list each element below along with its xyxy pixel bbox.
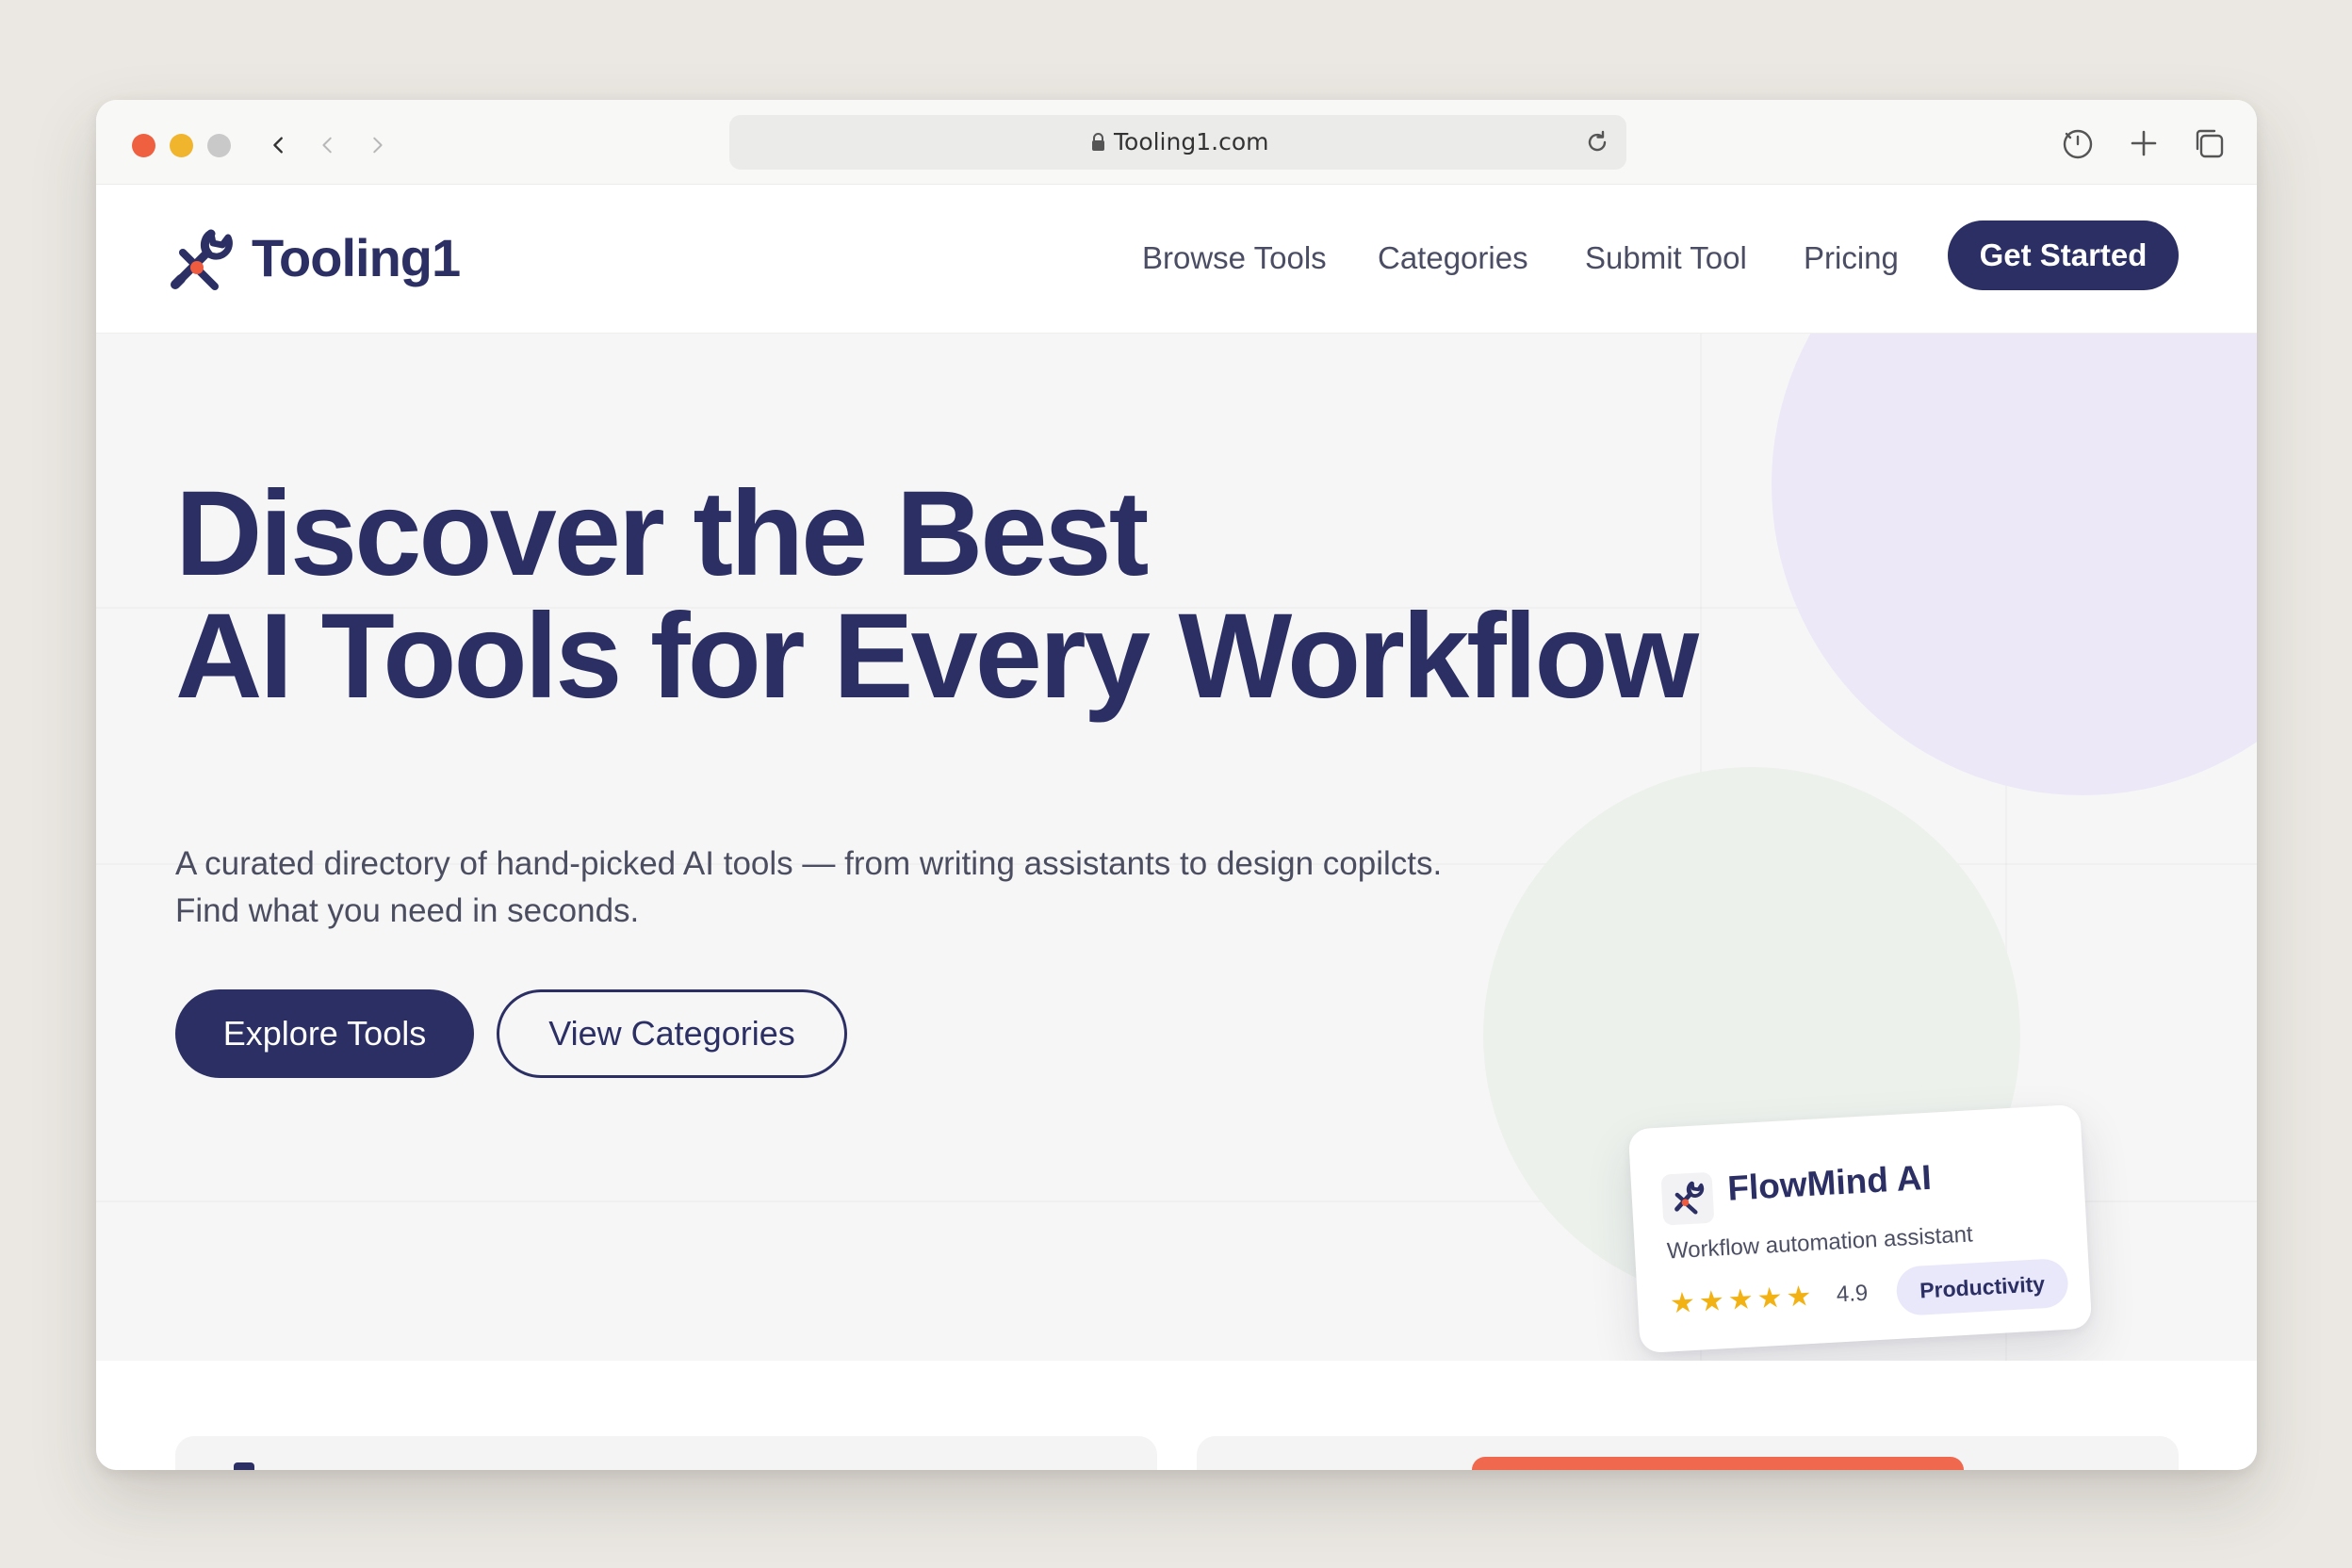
hero-title-line-2: AI Tools for Every Workflow: [175, 589, 1699, 724]
orange-banner: [1472, 1457, 1964, 1470]
reload-icon[interactable]: [1583, 128, 1611, 156]
zoom-window-button[interactable]: [207, 134, 231, 157]
wrench-logo-icon: [171, 229, 233, 290]
nav-browse-tools[interactable]: Browse Tools: [1142, 234, 1327, 283]
category-badge[interactable]: Productivity: [1895, 1257, 2069, 1316]
forward-icon[interactable]: [358, 124, 396, 166]
star-icon: ★: [1785, 1281, 1813, 1314]
content-panel-left: [175, 1436, 1157, 1470]
browser-toolbar: Tooling1.com: [96, 100, 2257, 185]
history-icon[interactable]: [2059, 124, 2097, 162]
partial-element: [234, 1462, 254, 1470]
tool-name: FlowMind AI: [1726, 1157, 1933, 1208]
url-text: Tooling1.com: [1114, 128, 1269, 155]
star-rating: ★ ★ ★ ★ ★: [1669, 1281, 1813, 1320]
tabs-icon[interactable]: [2190, 124, 2228, 162]
rating-value: 4.9: [1836, 1280, 1869, 1308]
tool-description: Workflow automation assistant: [1666, 1221, 1974, 1265]
tool-logo-icon: [1660, 1171, 1715, 1226]
hero-title-line-1: Discover the Best: [175, 466, 1149, 601]
browser-window: Tooling1.com Tooling1 Browse Tools Categ…: [96, 100, 2257, 1470]
plus-icon[interactable]: [2125, 124, 2163, 162]
star-icon: ★: [1698, 1285, 1725, 1318]
lock-icon: [1092, 133, 1104, 151]
star-icon: ★: [1669, 1286, 1696, 1320]
nav-pricing[interactable]: Pricing: [1804, 234, 1899, 283]
address-bar[interactable]: Tooling1.com: [729, 115, 1626, 170]
hero-subtitle-line-1: A curated directory of hand-picked AI to…: [175, 845, 1443, 882]
star-icon: ★: [1756, 1282, 1784, 1315]
hero-subtitle: A curated directory of hand-picked AI to…: [175, 841, 1683, 935]
hero-section: Discover the Best AI Tools for Every Wor…: [96, 334, 2257, 1361]
back-icon[interactable]: [260, 124, 298, 166]
minimize-window-button[interactable]: [170, 134, 193, 157]
explore-tools-button[interactable]: Explore Tools: [175, 989, 474, 1078]
back-disabled-icon[interactable]: [309, 124, 347, 166]
view-categories-button[interactable]: View Categories: [497, 989, 847, 1078]
nav-submit-tool[interactable]: Submit Tool: [1585, 234, 1747, 283]
get-started-button[interactable]: Get Started: [1948, 220, 2179, 290]
hero-subtitle-line-2: Find what you need in seconds.: [175, 892, 640, 929]
star-icon: ★: [1726, 1283, 1755, 1316]
content-section: [96, 1361, 2257, 1470]
brand-name[interactable]: Tooling1: [252, 220, 461, 296]
featured-tool-card[interactable]: FlowMind AI Workflow automation assistan…: [1627, 1103, 2093, 1354]
close-window-button[interactable]: [132, 134, 155, 157]
nav-categories[interactable]: Categories: [1378, 234, 1528, 283]
hero-title: Discover the Best AI Tools for Every Wor…: [175, 473, 1871, 718]
site-header: Tooling1 Browse Tools Categories Submit …: [96, 185, 2257, 334]
